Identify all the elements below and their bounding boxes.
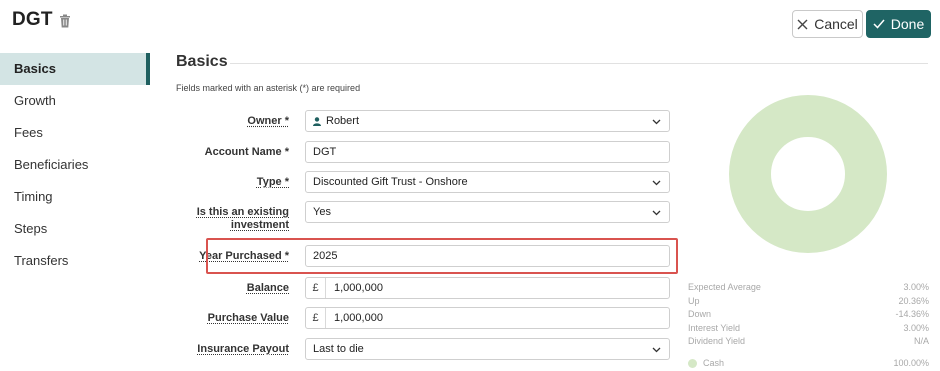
stat-row: Up 20.36% (688, 295, 929, 309)
type-value: Discounted Gift Trust - Onshore (313, 176, 468, 188)
cancel-button[interactable]: Cancel (792, 10, 863, 38)
purchase-value-input[interactable]: £ 1,000,000 (305, 307, 670, 329)
stat-value: 3.00% (903, 322, 929, 333)
sidebar-item-steps[interactable]: Steps (0, 213, 150, 245)
stat-row: Interest Yield 3.00% (688, 322, 929, 336)
currency-symbol: £ (306, 278, 326, 298)
legend-label: Cash (703, 358, 725, 368)
legend-item-cash: Cash 100.00% (688, 358, 929, 369)
purchase-value-value: 1,000,000 (334, 312, 383, 324)
stat-row: Expected Average 3.00% (688, 281, 929, 295)
account-name-value: DGT (313, 146, 337, 158)
page-title: DGT (12, 9, 53, 30)
insurance-payout-select[interactable]: Last to die (305, 338, 670, 360)
stat-row: Down -14.36% (688, 308, 929, 322)
account-name-input[interactable]: DGT (305, 141, 670, 163)
close-icon (797, 19, 808, 29)
stat-value: 20.36% (898, 295, 929, 306)
legend-swatch (688, 359, 697, 369)
owner-value: Robert (326, 115, 360, 127)
stat-value: N/A (913, 336, 929, 346)
stat-label: Interest Yield (688, 322, 741, 333)
stat-label: Down (688, 309, 712, 319)
balance-value: 1,000,000 (334, 282, 383, 294)
allocation-donut-chart (729, 95, 887, 253)
check-icon (873, 19, 885, 29)
type-select[interactable]: Discounted Gift Trust - Onshore (305, 171, 670, 193)
section-title: Basics (176, 53, 228, 70)
stat-label: Dividend Yield (688, 336, 746, 346)
sidebar-item-fees[interactable]: Fees (0, 117, 150, 149)
section-divider (230, 63, 928, 64)
existing-investment-select[interactable]: Yes (305, 201, 670, 223)
legend-value: 100.00% (893, 358, 929, 369)
insurance-payout-label: Insurance Payout (197, 343, 289, 355)
chevron-down-icon (652, 180, 661, 186)
sidebar: Basics Growth Fees Beneficiaries Timing … (0, 53, 150, 277)
done-button[interactable]: Done (866, 10, 931, 38)
done-label: Done (890, 16, 925, 32)
chevron-down-icon (652, 119, 661, 125)
existing-investment-value: Yes (313, 206, 331, 218)
owner-select[interactable]: Robert (305, 110, 670, 132)
person-icon (313, 116, 321, 126)
stat-value: 3.00% (903, 282, 929, 292)
sidebar-item-transfers[interactable]: Transfers (0, 245, 150, 277)
required-note: Fields marked with an asterisk (*) are r… (176, 83, 361, 93)
balance-input[interactable]: £ 1,000,000 (305, 277, 670, 299)
type-label: Type * (256, 176, 289, 188)
purchase-value-label: Purchase Value (207, 312, 289, 324)
donut-segment-cash (729, 95, 887, 253)
balance-label: Balance (246, 282, 289, 294)
currency-symbol: £ (306, 308, 326, 328)
trash-icon[interactable] (59, 14, 71, 28)
chevron-down-icon (652, 347, 661, 353)
stat-label: Up (688, 295, 700, 306)
stat-row: Dividend Yield N/A (688, 335, 929, 349)
sidebar-item-basics[interactable]: Basics (0, 53, 150, 85)
stat-value: -14.36% (895, 309, 929, 319)
insurance-payout-value: Last to die (313, 343, 364, 355)
existing-investment-label: Is this an existing investment (196, 206, 289, 231)
cancel-label: Cancel (814, 16, 858, 32)
sidebar-item-beneficiaries[interactable]: Beneficiaries (0, 149, 150, 181)
sidebar-item-growth[interactable]: Growth (0, 85, 150, 117)
highlight-box (206, 238, 678, 274)
allocation-stats: Expected Average 3.00% Up 20.36% Down -14.3… (688, 281, 929, 349)
sidebar-item-timing[interactable]: Timing (0, 181, 150, 213)
chevron-down-icon (652, 210, 661, 216)
owner-label: Owner * (247, 115, 289, 127)
account-name-label: Account Name * (204, 146, 289, 158)
stat-label: Expected Average (688, 282, 761, 292)
